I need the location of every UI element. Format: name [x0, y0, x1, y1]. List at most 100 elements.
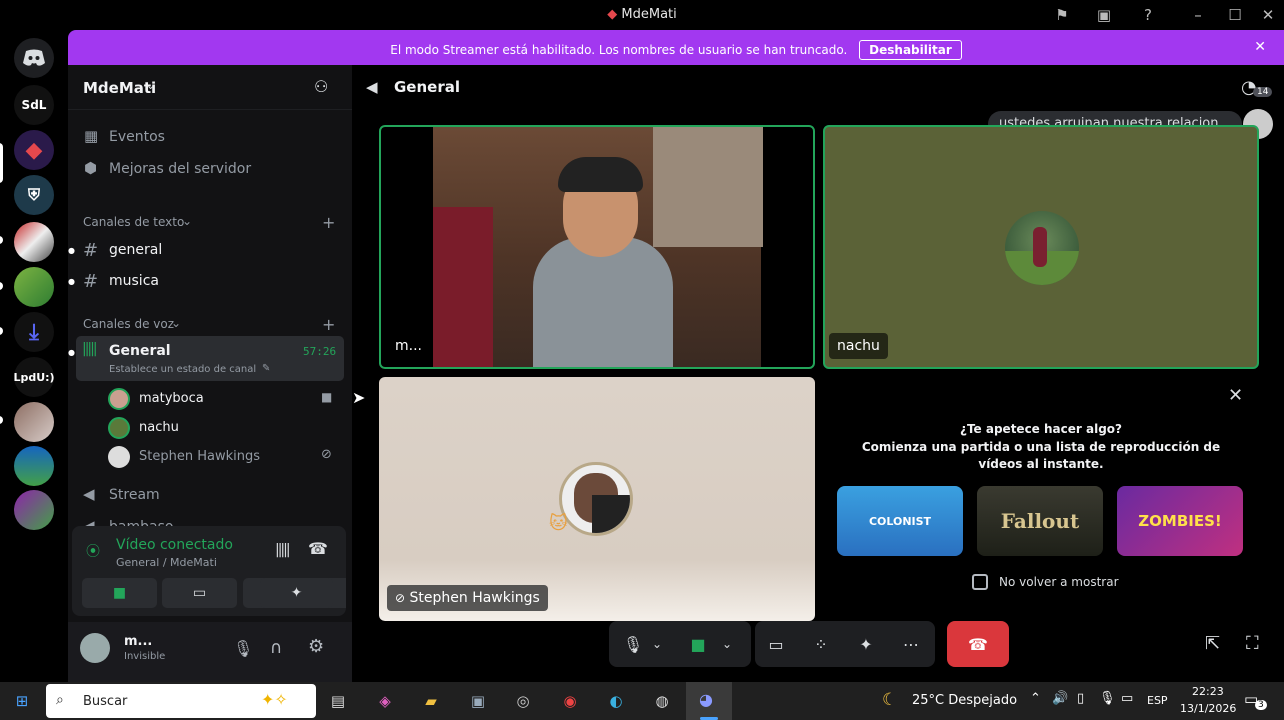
- channel-status-prompt[interactable]: Establece un estado de canal: [109, 364, 256, 375]
- chevron-down-icon[interactable]: ⌄: [647, 627, 667, 661]
- screen-share-button[interactable]: ▭: [162, 578, 237, 608]
- server-avatar-1[interactable]: [14, 222, 54, 262]
- taskbar-search[interactable]: ⌕ Buscar ✦✧: [46, 684, 316, 718]
- close-icon[interactable]: ✕: [1228, 385, 1243, 406]
- steam-icon[interactable]: ◎: [510, 689, 536, 713]
- avatar[interactable]: [80, 633, 110, 663]
- add-voice-channel-icon[interactable]: +: [322, 315, 335, 334]
- camera-icon: ■: [321, 390, 333, 404]
- video-tile-stephen[interactable]: 🐱 ⊘ Stephen Hawkings: [379, 377, 815, 621]
- server-avatar-3[interactable]: [14, 446, 54, 486]
- headphones-icon[interactable]: ∩: [270, 638, 282, 658]
- soundboard-button[interactable]: ✦: [260, 578, 333, 608]
- microphone-icon[interactable]: 🎙: [233, 639, 253, 658]
- server-avatar-4[interactable]: [14, 490, 54, 530]
- text-category[interactable]: Canales de texto ⌄ +: [68, 213, 352, 232]
- inbox-icon[interactable]: ▣: [1094, 5, 1114, 25]
- microphone-button[interactable]: 🎙: [616, 627, 650, 661]
- task-view-icon[interactable]: ▤: [325, 689, 351, 713]
- app-icon[interactable]: ▣: [465, 689, 491, 713]
- pencil-icon[interactable]: ✎: [262, 363, 270, 374]
- volume-icon[interactable]: 🔊: [1052, 691, 1068, 706]
- boosts-item[interactable]: ⬢ Mejoras del servidor: [68, 159, 352, 181]
- activities-button[interactable]: ⁘: [804, 627, 838, 661]
- device-icon[interactable]: ▯: [1077, 691, 1084, 706]
- microphone-tray-icon[interactable]: 🎙: [1099, 691, 1116, 706]
- weather-text[interactable]: 25°C Despejado: [912, 693, 1017, 708]
- streamer-mode-banner: El modo Streamer está habilitado. Los no…: [68, 30, 1284, 65]
- flag-icon[interactable]: ⚑: [1052, 5, 1072, 25]
- disconnect-icon[interactable]: ☎: [308, 539, 328, 558]
- events-label: Eventos: [109, 129, 165, 145]
- voice-member[interactable]: nachu: [68, 417, 352, 439]
- noise-suppression-icon[interactable]: |||||: [275, 542, 291, 558]
- voice-stage: ◀ General ◔ 14 ustedes arruinan nuestra …: [352, 65, 1284, 682]
- member-name: matyboca: [139, 391, 204, 406]
- video-tile-nachu[interactable]: nachu: [823, 125, 1259, 369]
- chevron-up-icon[interactable]: ⌃: [1030, 691, 1041, 706]
- network-icon[interactable]: ▭: [1121, 691, 1133, 706]
- maximize-button[interactable]: ☐: [1225, 5, 1245, 25]
- server-header[interactable]: MdeMati ⌄ ⚇: [68, 65, 352, 110]
- voice-channel-stream[interactable]: ◀ Stream: [68, 485, 352, 507]
- member-name: Stephen Hawkings: [139, 449, 260, 464]
- obs-icon[interactable]: ◍: [649, 689, 675, 713]
- discord-taskbar-item[interactable]: ◕: [686, 682, 732, 720]
- gear-icon[interactable]: ⚙: [308, 636, 324, 657]
- direct-messages-icon[interactable]: [14, 38, 54, 78]
- server-frog[interactable]: [14, 267, 54, 307]
- windows-start-icon[interactable]: ⊞: [9, 689, 35, 713]
- connection-location[interactable]: General / MdeMati: [116, 556, 217, 569]
- chevron-down-icon[interactable]: ⌄: [717, 627, 737, 661]
- voice-category-label: Canales de voz: [83, 317, 175, 331]
- dont-show-checkbox[interactable]: [972, 574, 988, 590]
- more-options-button[interactable]: ⋯: [894, 627, 928, 661]
- help-icon[interactable]: ?: [1138, 5, 1158, 25]
- game-card-colonist[interactable]: COLONIST: [837, 486, 963, 556]
- chrome-icon[interactable]: ◉: [557, 689, 583, 713]
- server-active[interactable]: ◆: [14, 130, 54, 170]
- server-lpdu[interactable]: LpdU:): [14, 357, 54, 397]
- screen-share-button[interactable]: ▭: [759, 627, 793, 661]
- copilot-icon[interactable]: ◈: [372, 689, 398, 713]
- voice-member[interactable]: matyboca ■: [68, 388, 352, 410]
- camera-button[interactable]: ■: [681, 627, 715, 661]
- channel-name: musica: [109, 273, 159, 289]
- fullscreen-icon[interactable]: ⛶: [1246, 633, 1259, 654]
- server-badge[interactable]: ⛨: [14, 175, 54, 215]
- voice-activity-icon: |||||: [82, 341, 98, 357]
- add-member-icon[interactable]: ⚇: [314, 77, 328, 96]
- language-indicator[interactable]: ESP: [1147, 694, 1168, 707]
- voice-category[interactable]: Canales de voz ⌄ +: [68, 315, 352, 334]
- minimize-button[interactable]: –: [1188, 5, 1208, 25]
- share-controls: ▭ ⁘ ✦ ⋯: [755, 621, 935, 667]
- server-sdl[interactable]: SdL: [14, 85, 54, 125]
- camera-toggle-button[interactable]: ■: [82, 578, 157, 608]
- clock-date[interactable]: 13/1/2026: [1180, 702, 1236, 715]
- close-banner-icon[interactable]: ✕: [1254, 39, 1266, 55]
- end-call-button[interactable]: ☎: [947, 621, 1009, 667]
- edge-icon[interactable]: ◐: [603, 689, 629, 713]
- download-icon[interactable]: ⤓: [14, 312, 54, 352]
- disable-streamer-button[interactable]: Deshabilitar: [859, 40, 962, 60]
- clock-time[interactable]: 22:23: [1192, 685, 1224, 698]
- channel-general[interactable]: ● # general: [68, 240, 352, 262]
- voice-member[interactable]: Stephen Hawkings ⊘: [68, 446, 352, 468]
- events-item[interactable]: ▦ Eventos: [68, 127, 352, 149]
- shield-icon: ⛨: [27, 185, 40, 204]
- add-text-channel-icon[interactable]: +: [322, 213, 335, 232]
- game-card-zombies[interactable]: ZOMBIES!: [1117, 486, 1243, 556]
- video-tile-mati[interactable]: m...: [379, 125, 815, 369]
- participant-name: Stephen Hawkings: [409, 590, 540, 606]
- close-window-button[interactable]: ✕: [1258, 5, 1278, 25]
- activity-question: ¿Te apetece hacer algo?: [960, 422, 1122, 436]
- muted-mic-icon: ⊘: [395, 591, 406, 605]
- popout-icon[interactable]: ⇱: [1205, 633, 1220, 654]
- text-category-label: Canales de texto: [83, 215, 185, 229]
- channel-musica[interactable]: ● # musica: [68, 271, 352, 293]
- voice-channel-general[interactable]: ● ||||| General 57:26 Establece un estad…: [68, 336, 344, 381]
- server-avatar-2[interactable]: [14, 402, 54, 442]
- file-explorer-icon[interactable]: ▰: [418, 689, 444, 713]
- soundboard-button[interactable]: ✦: [849, 627, 883, 661]
- game-card-fallout[interactable]: Fallout: [977, 486, 1103, 556]
